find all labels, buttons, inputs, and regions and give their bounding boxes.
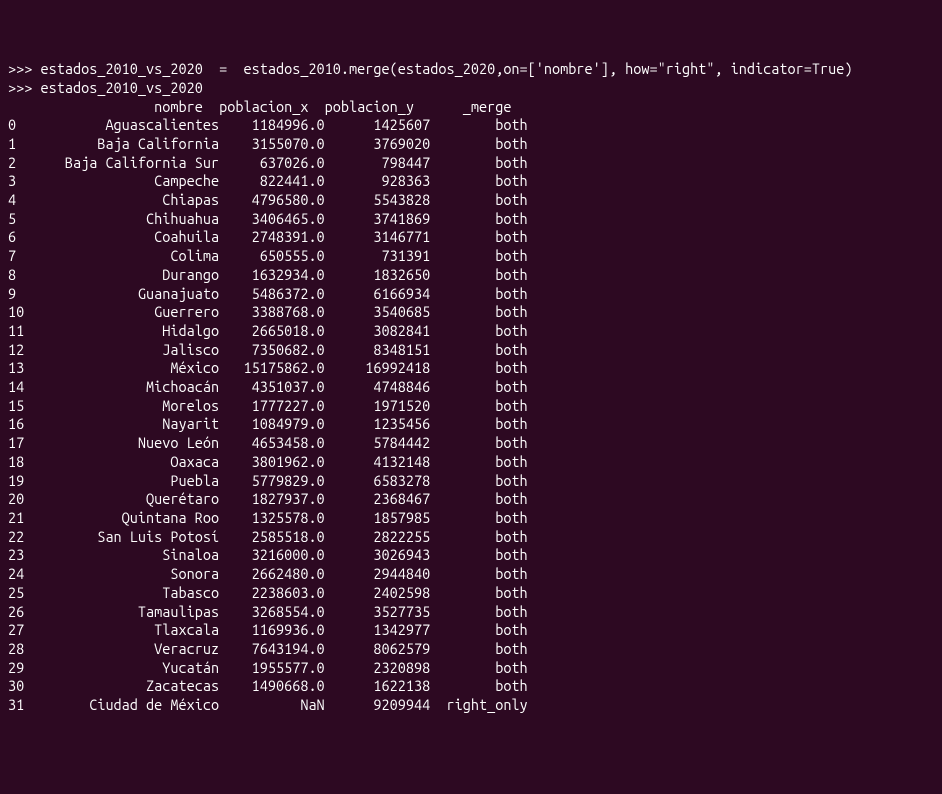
output-line: 21 Quintana Roo 1325578.0 1857985 both (8, 509, 934, 528)
output-line: 16 Nayarit 1084979.0 1235456 both (8, 415, 934, 434)
output-line: 5 Chihuahua 3406465.0 3741869 both (8, 210, 934, 229)
output-line: 19 Puebla 5779829.0 6583278 both (8, 472, 934, 491)
output-line: 22 San Luis Potosí 2585518.0 2822255 bot… (8, 528, 934, 547)
output-line: 31 Ciudad de México NaN 9209944 right_on… (8, 696, 934, 715)
output-line: nombre poblacion_x poblacion_y _merge (8, 98, 934, 117)
output-line: 29 Yucatán 1955577.0 2320898 both (8, 659, 934, 678)
output-line: 0 Aguascalientes 1184996.0 1425607 both (8, 116, 934, 135)
output-line: 10 Guerrero 3388768.0 3540685 both (8, 303, 934, 322)
output-line: 7 Colima 650555.0 731391 both (8, 247, 934, 266)
output-line: 24 Sonora 2662480.0 2944840 both (8, 565, 934, 584)
output-line: 6 Coahuila 2748391.0 3146771 both (8, 228, 934, 247)
output-line: 18 Oaxaca 3801962.0 4132148 both (8, 453, 934, 472)
terminal-output[interactable]: >>> estados_2010_vs_2020 = estados_2010.… (8, 60, 934, 715)
output-line: 27 Tlaxcala 1169936.0 1342977 both (8, 621, 934, 640)
output-line: 20 Querétaro 1827937.0 2368467 both (8, 490, 934, 509)
output-line: 26 Tamaulipas 3268554.0 3527735 both (8, 603, 934, 622)
output-line: >>> estados_2010_vs_2020 = estados_2010.… (8, 60, 934, 79)
output-line: 1 Baja California 3155070.0 3769020 both (8, 135, 934, 154)
output-line: 17 Nuevo León 4653458.0 5784442 both (8, 434, 934, 453)
output-line: 9 Guanajuato 5486372.0 6166934 both (8, 285, 934, 304)
output-line: 15 Morelos 1777227.0 1971520 both (8, 397, 934, 416)
output-line: 12 Jalisco 7350682.0 8348151 both (8, 341, 934, 360)
output-line: 4 Chiapas 4796580.0 5543828 both (8, 191, 934, 210)
output-line: >>> estados_2010_vs_2020 (8, 79, 934, 98)
output-line: 13 México 15175862.0 16992418 both (8, 359, 934, 378)
output-line: 23 Sinaloa 3216000.0 3026943 both (8, 546, 934, 565)
output-line: 30 Zacatecas 1490668.0 1622138 both (8, 677, 934, 696)
output-line: 25 Tabasco 2238603.0 2402598 both (8, 584, 934, 603)
output-line: 14 Michoacán 4351037.0 4748846 both (8, 378, 934, 397)
output-line: 8 Durango 1632934.0 1832650 both (8, 266, 934, 285)
output-line: 3 Campeche 822441.0 928363 both (8, 172, 934, 191)
output-line: 28 Veracruz 7643194.0 8062579 both (8, 640, 934, 659)
output-line: 11 Hidalgo 2665018.0 3082841 both (8, 322, 934, 341)
output-line: 2 Baja California Sur 637026.0 798447 bo… (8, 154, 934, 173)
